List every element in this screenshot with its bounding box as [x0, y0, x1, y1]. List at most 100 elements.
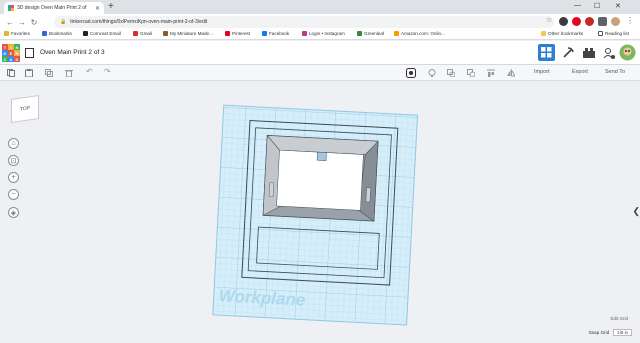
- app-header: TINKERCAD Oven Main Print 2 of 3: [0, 41, 640, 65]
- tinkercad-favicon-icon: [8, 5, 14, 11]
- browser-tab-strip: 3D design Oven Main Print 2 of ✕ + — ☐ ✕: [0, 0, 640, 14]
- add-user-icon: [603, 47, 615, 59]
- hole-icon[interactable]: [467, 69, 475, 77]
- back-icon[interactable]: ←: [4, 18, 16, 27]
- url-text: tinkercad.com/things/0xlPemxiKpn-oven-ma…: [70, 19, 208, 25]
- bookmark-miniature[interactable]: My Miniature Made...: [163, 31, 213, 36]
- new-tab-icon[interactable]: +: [108, 1, 114, 12]
- align-icon[interactable]: [487, 69, 495, 77]
- folder-icon: [541, 31, 546, 36]
- snap-grid-select[interactable]: 1/8 in: [613, 329, 632, 336]
- bookmark-other[interactable]: Other bookmarks: [541, 31, 583, 36]
- browser-tab[interactable]: 3D design Oven Main Print 2 of ✕: [4, 2, 104, 14]
- minimize-icon[interactable]: —: [574, 2, 581, 9]
- reading-list[interactable]: Reading list: [598, 31, 629, 36]
- left-rack-support: [268, 182, 274, 198]
- bricks-button[interactable]: [580, 44, 597, 61]
- bookmark-star-icon: [42, 31, 47, 36]
- 3d-view-button[interactable]: [538, 44, 555, 61]
- extension-icon[interactable]: [559, 17, 568, 26]
- snap-grid-control: Snap Grid 1/8 in: [589, 329, 632, 336]
- extension-red-icon[interactable]: [585, 17, 594, 26]
- workplane-canvas[interactable]: Workplane: [0, 82, 640, 343]
- bookmark-greenleaf[interactable]: Greenleaf: [357, 31, 384, 36]
- facebook-icon: [262, 31, 267, 36]
- shapes-panel-toggle-icon[interactable]: ❮: [632, 206, 640, 217]
- pinterest-extension-icon[interactable]: [572, 17, 581, 26]
- add-user-button[interactable]: [600, 44, 617, 61]
- tinkercad-logo[interactable]: TINKERCAD: [2, 44, 20, 62]
- edit-toolbar: ↶ ↷ Import Export Send To: [0, 65, 640, 81]
- browser-tab-title: 3D design Oven Main Print 2 of: [17, 5, 87, 11]
- miniature-icon: [163, 31, 168, 36]
- design-menu-icon[interactable]: [25, 48, 34, 58]
- paste-icon[interactable]: [25, 69, 33, 77]
- mirror-icon[interactable]: [507, 69, 515, 77]
- profile-avatar[interactable]: [611, 17, 620, 26]
- reading-list-icon: [598, 31, 603, 36]
- logo-letter: D: [14, 56, 20, 62]
- bookmark-gmail[interactable]: Gmail: [133, 31, 152, 36]
- bookmark-label: Pinterest: [232, 31, 251, 36]
- bookmark-amazon[interactable]: Amazon.com: Onlin...: [394, 31, 445, 36]
- right-rack-support: [365, 187, 371, 203]
- lock-icon: 🔒: [60, 19, 67, 25]
- bookmark-facebook[interactable]: Facebook: [262, 31, 289, 36]
- instagram-icon: [302, 31, 307, 36]
- maximize-icon[interactable]: ☐: [594, 2, 600, 10]
- bookmark-comcast[interactable]: Comcast Email: [83, 31, 121, 36]
- user-avatar[interactable]: [619, 44, 636, 61]
- url-input[interactable]: 🔒 tinkercad.com/things/0xlPemxiKpn-oven-…: [54, 16, 554, 28]
- bookmark-favorites-icon: [4, 31, 9, 36]
- bookmark-label: Bookmarks: [49, 31, 72, 36]
- other-bookmarks-label: Other bookmarks: [548, 31, 584, 36]
- bookmark-pinterest[interactable]: Pinterest: [225, 31, 250, 36]
- close-window-icon[interactable]: ✕: [615, 2, 621, 10]
- bookmark-label: Gmail: [140, 31, 152, 36]
- oven-light[interactable]: [316, 151, 327, 161]
- bookmarks-bar: Favorites Bookmarks Comcast Email Gmail …: [0, 30, 640, 40]
- star-icon[interactable]: ☆: [546, 16, 552, 24]
- grid-view-icon: [541, 47, 552, 58]
- comcast-icon: [83, 31, 88, 36]
- amazon-icon: [394, 31, 399, 36]
- undo-icon[interactable]: ↶: [86, 67, 93, 76]
- reload-icon[interactable]: ↻: [28, 18, 40, 27]
- workspace[interactable]: TOP ⌂ ⊡ + − ◈ Workplane ❮ Edit Grid Snap…: [0, 82, 640, 343]
- greenleaf-icon: [357, 31, 362, 36]
- bookmark-label: Amazon.com: Onlin...: [401, 31, 445, 36]
- redo-icon[interactable]: ↷: [104, 67, 111, 76]
- address-bar: ← → ↻ 🔒 tinkercad.com/things/0xlPemxiKpn…: [0, 14, 640, 30]
- bookmark-bookmarks[interactable]: Bookmarks: [42, 31, 72, 36]
- send-to-button[interactable]: Send To: [605, 69, 625, 75]
- reading-list-label: Reading list: [605, 31, 630, 36]
- export-button[interactable]: Export: [572, 69, 588, 75]
- delete-icon[interactable]: [65, 69, 73, 77]
- import-button[interactable]: Import: [534, 69, 550, 75]
- browser-menu-icon[interactable]: ⋮: [626, 16, 634, 25]
- close-tab-icon[interactable]: ✕: [95, 5, 100, 12]
- pickaxe-icon: [562, 46, 574, 58]
- bookmark-label: Login • Instagram: [309, 31, 345, 36]
- notes-icon[interactable]: [406, 68, 416, 78]
- forward-icon[interactable]: →: [16, 18, 28, 27]
- extensions-puzzle-icon[interactable]: [598, 17, 607, 26]
- snap-grid-label: Snap Grid: [588, 330, 610, 335]
- bookmark-label: Facebook: [269, 31, 290, 36]
- avatar-icon: [619, 44, 636, 61]
- edit-grid-button[interactable]: Edit Grid: [610, 316, 628, 321]
- bookmark-label: Favorites: [11, 31, 30, 36]
- shape-icon[interactable]: [447, 69, 455, 77]
- bookmark-label: Greenleaf: [364, 31, 385, 36]
- bookmark-instagram[interactable]: Login • Instagram: [302, 31, 345, 36]
- light-bulb-icon[interactable]: [428, 69, 436, 77]
- copy-icon[interactable]: [7, 69, 15, 77]
- bookmark-favorites[interactable]: Favorites: [4, 31, 30, 36]
- gmail-icon: [133, 31, 138, 36]
- bookmark-label: Comcast Email: [90, 31, 121, 36]
- project-title[interactable]: Oven Main Print 2 of 3: [40, 49, 105, 56]
- duplicate-icon[interactable]: [45, 69, 53, 77]
- pinterest-icon: [225, 31, 230, 36]
- brick-icon: [582, 47, 595, 58]
- codeblocks-button[interactable]: [559, 44, 576, 61]
